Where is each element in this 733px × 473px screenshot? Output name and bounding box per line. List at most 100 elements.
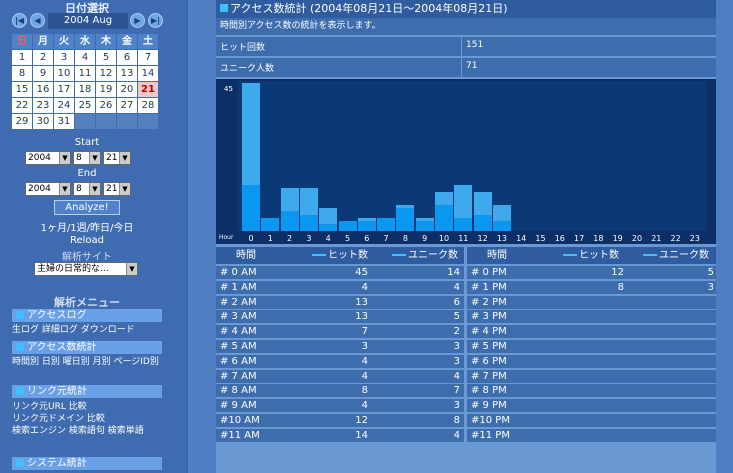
- calendar-day[interactable]: 24: [54, 98, 74, 113]
- range-links[interactable]: 1ヶ月/1週/昨日/今日: [0, 219, 174, 234]
- time-cell: # 5 PM: [471, 341, 507, 352]
- chart-bar-unique: [280, 211, 299, 231]
- col-hits: ヒット数: [312, 247, 368, 264]
- chart-bar-unique: [454, 218, 473, 231]
- menu-system-stats[interactable]: システム統計: [12, 457, 162, 470]
- reload-link[interactable]: Reload: [0, 235, 174, 246]
- calendar-day[interactable]: 23: [33, 98, 53, 113]
- unique-cell: 6: [453, 296, 460, 308]
- chart-bar-group: [628, 83, 646, 231]
- calendar-month: 2004 Aug: [48, 13, 128, 29]
- calendar-day[interactable]: 10: [54, 66, 74, 81]
- chart-bar-unique: [357, 221, 376, 231]
- site-select[interactable]: 主婦の日常的な... ▼: [34, 262, 138, 276]
- next-month-icon[interactable]: ▶: [130, 13, 145, 28]
- bullet-icon: [16, 311, 24, 319]
- calendar-day[interactable]: 21: [138, 82, 158, 97]
- table-row: #11 PM: [467, 428, 716, 442]
- last-month-icon[interactable]: ▶|: [148, 13, 163, 28]
- legend-icon: [563, 254, 577, 256]
- menu-access-stats[interactable]: アクセス数統計: [12, 341, 162, 354]
- hits-cell: 45: [355, 267, 368, 278]
- calendar-day[interactable]: 19: [96, 82, 116, 97]
- calendar-day[interactable]: 12: [96, 66, 116, 81]
- calendar-day[interactable]: 8: [12, 66, 32, 81]
- chart-bar-unique: [299, 215, 318, 231]
- col-time: 時間: [236, 250, 256, 261]
- calendar-day[interactable]: 4: [75, 50, 95, 65]
- calendar-day[interactable]: 17: [54, 82, 74, 97]
- calendar-empty-cell: [117, 114, 137, 129]
- chart-bar-unique: [338, 221, 357, 231]
- menu-access-log[interactable]: アクセスログ: [12, 309, 162, 322]
- summary-label: ヒット回数: [220, 43, 266, 53]
- calendar-day[interactable]: 18: [75, 82, 95, 97]
- calendar-day[interactable]: 31: [54, 114, 74, 129]
- time-cell: # 5 AM: [220, 341, 257, 352]
- time-cell: # 2 AM: [220, 296, 257, 308]
- menu-referrer-stats[interactable]: リンク元統計: [12, 385, 162, 398]
- calendar-day[interactable]: 30: [33, 114, 53, 129]
- hits-cell: 4: [361, 281, 368, 293]
- calendar-day[interactable]: 28: [138, 98, 158, 113]
- chevron-down-icon: ▼: [119, 152, 130, 164]
- calendar-day[interactable]: 1: [12, 50, 32, 65]
- hits-cell: 13: [355, 311, 368, 323]
- start-day-select[interactable]: 21 ▼: [103, 151, 131, 165]
- calendar-day[interactable]: 27: [117, 98, 137, 113]
- calendar-day[interactable]: 3: [54, 50, 74, 65]
- calendar-day[interactable]: 11: [75, 66, 95, 81]
- main-area: アクセス数統計 (2004年08月21日～2004年08月21日) 時間別アクセ…: [188, 0, 733, 473]
- calendar-day[interactable]: 2: [33, 50, 53, 65]
- chevron-down-icon: ▼: [126, 263, 137, 275]
- time-cell: # 7 PM: [471, 370, 507, 382]
- calendar-day[interactable]: 15: [12, 82, 32, 97]
- start-month-select[interactable]: 8 ▼: [73, 151, 101, 165]
- first-month-icon[interactable]: |◀: [12, 13, 27, 28]
- col-time: 時間: [487, 250, 507, 261]
- calendar-day[interactable]: 7: [138, 50, 158, 65]
- table-row: #10 PM: [467, 414, 716, 427]
- table-row: # 3 AM 13 5: [216, 310, 464, 324]
- calendar-day[interactable]: 14: [138, 66, 158, 81]
- calendar-day[interactable]: 20: [117, 82, 137, 97]
- bullet-icon: [16, 343, 24, 351]
- analyze-button[interactable]: Analyze!: [54, 200, 120, 215]
- menu-access-log-links[interactable]: 生ログ 詳細ログ ダウンロード: [12, 324, 164, 336]
- table-row: # 5 AM 3 3: [216, 340, 464, 353]
- calendar-day[interactable]: 13: [117, 66, 137, 81]
- calendar-day[interactable]: 16: [33, 82, 53, 97]
- table-row: # 6 PM: [467, 354, 716, 368]
- divider: [461, 58, 462, 77]
- start-year-value: 2004: [28, 153, 51, 163]
- x-tick-label: 9: [422, 234, 428, 243]
- unique-cell: 4: [453, 429, 460, 441]
- start-year-select[interactable]: 2004 ▼: [25, 151, 71, 165]
- table-row: # 0 AM 45 14: [216, 266, 464, 279]
- calendar-day[interactable]: 22: [12, 98, 32, 113]
- calendar-day[interactable]: 29: [12, 114, 32, 129]
- end-year-select[interactable]: 2004 ▼: [25, 182, 71, 196]
- chart-bar-group: [473, 83, 492, 231]
- chart-bar-unique: [261, 218, 280, 231]
- weekday-header: 日: [12, 34, 32, 49]
- calendar-day[interactable]: 6: [117, 50, 137, 65]
- calendar-day[interactable]: 26: [96, 98, 116, 113]
- prev-month-icon[interactable]: ◀: [30, 13, 45, 28]
- calendar-day[interactable]: 9: [33, 66, 53, 81]
- page-description: 時間別アクセス数の統計を表示します。: [216, 18, 716, 35]
- menu-access-stats-links[interactable]: 時間別 日別 曜日別 月別 ページID別: [12, 356, 164, 368]
- hits-cell: 13: [355, 296, 368, 308]
- x-tick-label: 17: [574, 234, 585, 243]
- calendar-day[interactable]: 25: [75, 98, 95, 113]
- unique-cell: 3: [453, 355, 460, 367]
- table-row: # 7 PM: [467, 369, 716, 383]
- menu-referrer-stats-links[interactable]: リンク元URL 比較 リンク元ドメイン 比較 検索エンジン 検索語句 検索単語: [12, 401, 164, 437]
- end-month-select[interactable]: 8 ▼: [73, 182, 101, 196]
- summary-row: ヒット回数 151: [216, 37, 716, 56]
- end-day-select[interactable]: 21 ▼: [103, 182, 131, 196]
- calendar-day[interactable]: 5: [96, 50, 116, 65]
- time-cell: # 6 AM: [220, 355, 257, 367]
- weekday-header: 火: [54, 34, 74, 49]
- legend-icon: [643, 254, 657, 256]
